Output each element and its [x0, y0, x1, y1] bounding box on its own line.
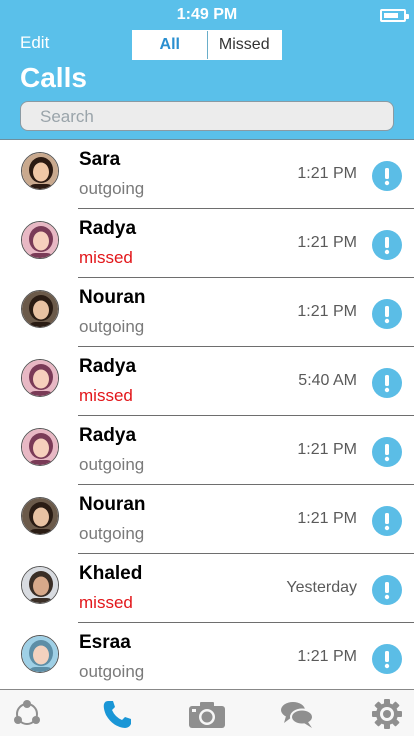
call-time: Yesterday: [286, 579, 357, 596]
contact-name: Nouran: [79, 494, 146, 515]
contact-name: Nouran: [79, 287, 146, 308]
avatar: [21, 359, 59, 397]
tab-calls[interactable]: [100, 698, 134, 730]
avatar: [21, 635, 59, 673]
tab-bar: [0, 689, 414, 736]
call-row[interactable]: Radya outgoing 1:21 PM: [0, 416, 414, 485]
info-icon: [384, 168, 390, 186]
call-time: 1:21 PM: [297, 234, 357, 251]
call-type: missed: [79, 593, 133, 612]
call-row[interactable]: Nouran outgoing 1:21 PM: [0, 485, 414, 554]
avatar: [21, 428, 59, 466]
avatar: [21, 152, 59, 190]
info-icon: [384, 237, 390, 255]
chats-icon: [281, 702, 314, 728]
settings-icon: [372, 699, 402, 729]
info-button[interactable]: [372, 230, 402, 260]
call-time: 1:21 PM: [297, 510, 357, 527]
contact-name: Radya: [79, 356, 137, 377]
info-icon: [384, 306, 390, 324]
page-title: Calls: [20, 62, 87, 93]
contact-name: Khaled: [79, 563, 143, 584]
call-row[interactable]: Nouran outgoing 1:21 PM: [0, 278, 414, 347]
call-row[interactable]: Radya missed 1:21 PM: [0, 209, 414, 278]
info-icon: [384, 444, 390, 462]
info-button[interactable]: [372, 161, 402, 191]
call-type: outgoing: [79, 317, 145, 336]
tab-camera[interactable]: [188, 698, 226, 730]
info-button[interactable]: [372, 437, 402, 467]
info-button[interactable]: [372, 368, 402, 398]
call-type: missed: [79, 248, 133, 267]
call-type: missed: [79, 386, 133, 405]
avatar: [21, 221, 59, 259]
contacts-icon: [14, 700, 40, 725]
edit-button[interactable]: Edit: [20, 33, 49, 53]
info-icon: [384, 651, 390, 669]
info-button[interactable]: [372, 575, 402, 605]
tab-settings[interactable]: [370, 698, 404, 730]
call-type: outgoing: [79, 455, 145, 474]
segment-missed[interactable]: Missed: [206, 31, 281, 59]
segment-all[interactable]: All: [133, 31, 207, 59]
call-time: 5:40 AM: [298, 372, 357, 389]
contact-name: Radya: [79, 218, 137, 239]
info-icon: [384, 513, 390, 531]
search-input[interactable]: Search: [20, 101, 394, 131]
call-row[interactable]: Khaled missed Yesterday: [0, 554, 414, 623]
call-type: outgoing: [79, 662, 145, 681]
contact-name: Esraa: [79, 632, 131, 653]
header-bar: 1:49 PM Edit All Missed Calls Search: [0, 0, 414, 140]
tab-chats[interactable]: [280, 698, 314, 730]
status-time: 1:49 PM: [176, 6, 238, 23]
phone-icon: [103, 701, 131, 728]
call-time: 1:21 PM: [297, 441, 357, 458]
info-button[interactable]: [372, 644, 402, 674]
call-row[interactable]: Sara outgoing 1:21 PM: [0, 140, 414, 209]
info-icon: [384, 375, 390, 393]
call-time: 1:21 PM: [297, 648, 357, 665]
info-button[interactable]: [372, 299, 402, 329]
call-row[interactable]: Esraa outgoing 1:21 PM: [0, 623, 414, 692]
calls-filter-segmented-control: All Missed: [132, 30, 282, 60]
call-type: outgoing: [79, 524, 145, 543]
avatar: [21, 290, 59, 328]
tab-contacts[interactable]: [10, 698, 44, 730]
call-time: 1:21 PM: [297, 165, 357, 182]
info-button[interactable]: [372, 506, 402, 536]
avatar: [21, 497, 59, 535]
contact-name: Radya: [79, 425, 137, 446]
call-type: outgoing: [79, 179, 145, 198]
camera-icon: [189, 702, 225, 728]
contact-name: Sara: [79, 149, 121, 170]
info-icon: [384, 582, 390, 600]
battery-icon: [380, 9, 409, 22]
avatar: [21, 566, 59, 604]
call-time: 1:21 PM: [297, 303, 357, 320]
call-row[interactable]: Radya missed 5:40 AM: [0, 347, 414, 416]
